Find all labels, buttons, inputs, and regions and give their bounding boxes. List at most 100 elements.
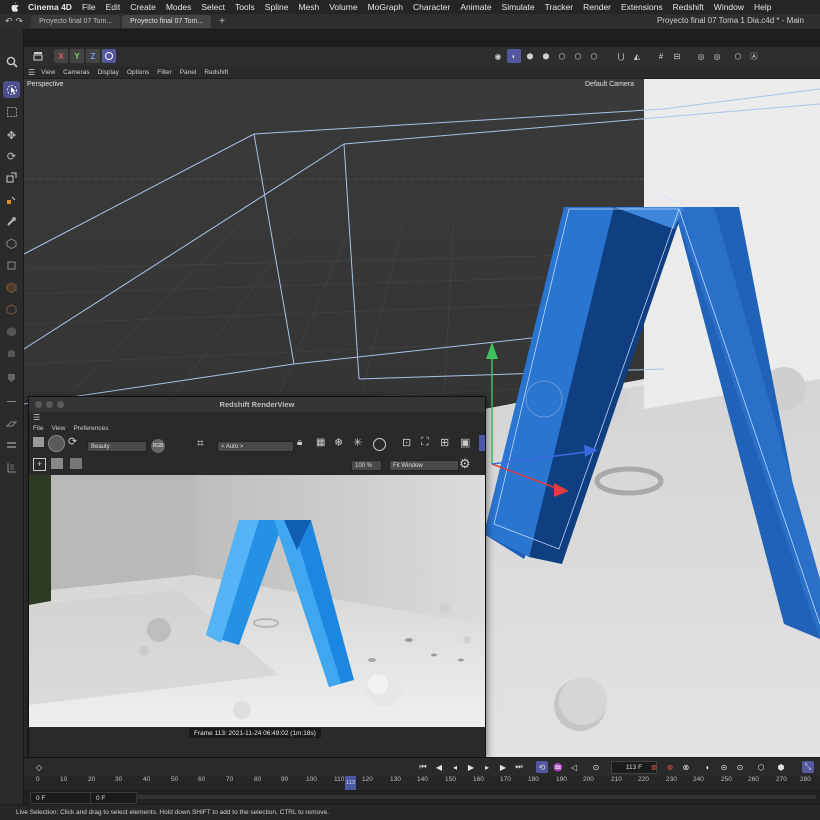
previous-key-icon[interactable]: ◀ <box>433 761 445 773</box>
uv-mode-icon[interactable] <box>3 345 20 362</box>
minimize-icon[interactable] <box>46 401 53 408</box>
tab-document-2[interactable]: Proyecto final 07 Tom... <box>122 15 212 28</box>
search-icon[interactable] <box>3 53 20 70</box>
grid-view-icon[interactable]: ▦ <box>316 437 325 448</box>
burst-icon[interactable]: ✳ <box>353 436 362 449</box>
point-level-icon[interactable]: ⬡ <box>755 761 767 773</box>
sound-icon[interactable]: ◁ <box>568 761 580 773</box>
refresh-icon[interactable]: ⟳ <box>68 435 77 448</box>
menu-window[interactable]: Window <box>714 2 744 12</box>
viewport-menu-cameras[interactable]: Cameras <box>63 69 89 76</box>
points-mode-icon[interactable] <box>3 279 20 296</box>
render-settings-icon[interactable]: ⬢ <box>523 49 537 63</box>
viewport-menu-filter[interactable]: Filter <box>157 69 171 76</box>
play-icon[interactable]: ▶ <box>465 761 477 773</box>
brush-icon[interactable] <box>3 213 20 230</box>
menu-spline[interactable]: Spline <box>265 2 289 12</box>
magnet-icon[interactable]: ⋃ <box>614 49 628 63</box>
lock-x-button[interactable]: X <box>54 49 68 63</box>
render-active-icon[interactable]: ◐ <box>507 49 521 63</box>
focus-icon[interactable]: ⊡ <box>402 436 411 449</box>
image-icon[interactable]: ▣ <box>460 436 470 449</box>
loop-icon[interactable]: ⟲ <box>536 761 548 773</box>
frame-step-icon[interactable]: ⊙ <box>590 761 602 773</box>
aov-select[interactable]: Beauty <box>87 441 147 452</box>
menu-mesh[interactable]: Mesh <box>298 2 319 12</box>
menu-character[interactable]: Character <box>413 2 450 12</box>
move-icon[interactable]: ✥ <box>3 127 20 144</box>
menu-file[interactable]: File <box>82 2 96 12</box>
previous-frame-icon[interactable]: ◂ <box>449 761 461 773</box>
render-picture-viewer-icon[interactable]: ⬢ <box>539 49 553 63</box>
timeline-ruler[interactable]: 0 10 20 30 40 50 60 70 80 90 100 110 120… <box>24 776 820 790</box>
render-region-icon[interactable]: ⬡ <box>555 49 569 63</box>
rotate-icon[interactable]: ⟳ <box>3 148 20 165</box>
zoom-icon[interactable] <box>57 401 64 408</box>
snap-icon[interactable] <box>3 393 20 410</box>
menu-animate[interactable]: Animate <box>460 2 491 12</box>
renderview-titlebar[interactable]: Redshift RenderView <box>29 397 485 412</box>
viewport-menu-view[interactable]: View <box>41 69 55 76</box>
add-tab-icon[interactable]: + <box>219 16 225 27</box>
snowflake-icon[interactable]: ❄ <box>334 436 343 449</box>
lock-z-button[interactable]: Z <box>86 49 100 63</box>
object-mode-icon[interactable] <box>3 257 20 274</box>
renderview-menu-file[interactable]: File <box>33 425 43 432</box>
snapshot-history-icon[interactable] <box>51 458 63 469</box>
edges-mode-icon[interactable] <box>3 301 20 318</box>
bucket-icon[interactable]: ⊞ <box>440 436 449 449</box>
viewport-layout-icon[interactable] <box>31 49 45 63</box>
rotation-key-icon[interactable]: ⊝ <box>718 761 730 773</box>
menu-volume[interactable]: Volume <box>329 2 357 12</box>
next-key-icon[interactable]: ▶ <box>497 761 509 773</box>
scale-icon[interactable] <box>3 169 20 186</box>
position-key-icon[interactable]: ◐ <box>702 761 714 773</box>
guides-icon[interactable] <box>3 459 20 476</box>
settings-gear-icon[interactable]: ⚙ <box>459 456 471 472</box>
crop-icon[interactable]: ⌗ <box>197 436 204 451</box>
menu-tracker[interactable]: Tracker <box>545 2 574 12</box>
add-snapshot-icon[interactable]: + <box>33 458 46 471</box>
range-slider[interactable] <box>136 795 816 799</box>
zoom-field[interactable]: 100 % <box>351 460 382 471</box>
workplane-icon[interactable] <box>3 415 20 432</box>
key-selection-icon[interactable]: ⊗ <box>680 761 692 773</box>
close-icon[interactable] <box>35 401 42 408</box>
menu-mograph[interactable]: MoGraph <box>368 2 403 12</box>
workplane-toggle-icon[interactable]: ⊟ <box>670 49 684 63</box>
solo-icon[interactable]: ◎ <box>694 49 708 63</box>
menu-modes[interactable]: Modes <box>166 2 192 12</box>
keyframe-diamond-icon[interactable]: ◇ <box>33 761 45 773</box>
end-frame-field[interactable]: 0 F <box>90 792 137 804</box>
redshift-icon[interactable]: Ⓐ <box>747 49 761 63</box>
box-selection-icon[interactable] <box>3 103 20 120</box>
redo-icon[interactable]: ↷ <box>16 16 24 27</box>
model-mode-icon[interactable] <box>3 235 20 252</box>
scale-key-icon[interactable]: ⊙ <box>734 761 746 773</box>
undo-icon[interactable]: ↶ <box>5 16 13 27</box>
fit-select[interactable]: Fit Window <box>389 460 459 471</box>
start-frame-field[interactable]: 0 F <box>30 792 93 804</box>
expand-handle[interactable] <box>479 435 485 451</box>
coordinate-system-icon[interactable] <box>3 192 20 209</box>
playback-rate-icon[interactable]: ♒ <box>552 761 564 773</box>
record-key-icon[interactable]: ⊗ <box>648 761 660 773</box>
menu-extensions[interactable]: Extensions <box>621 2 663 12</box>
render-queue-icon[interactable]: ⬡ <box>571 49 585 63</box>
menu-select[interactable]: Select <box>201 2 225 12</box>
renderview-hamburger-icon[interactable]: ☰ <box>33 413 40 422</box>
viewport-menu-panel[interactable]: Panel <box>180 69 197 76</box>
renderview-menu-preferences[interactable]: Preferences <box>73 425 108 432</box>
go-to-start-icon[interactable]: ⏮ <box>417 761 429 773</box>
autokey-icon[interactable]: ⊗ <box>664 761 676 773</box>
solo-hierarchy-icon[interactable]: ◎ <box>710 49 724 63</box>
viewport-menu-redshift[interactable]: Redshift <box>204 69 228 76</box>
menu-simulate[interactable]: Simulate <box>502 2 535 12</box>
next-frame-icon[interactable]: ▸ <box>481 761 493 773</box>
render-button-icon[interactable] <box>48 435 65 452</box>
app-menu[interactable]: Cinema 4D <box>28 2 72 12</box>
viewport-menu-display[interactable]: Display <box>98 69 119 76</box>
interactive-render-icon[interactable]: ⬡ <box>587 49 601 63</box>
render-image[interactable] <box>29 475 485 727</box>
clapper-icon[interactable] <box>33 437 44 447</box>
